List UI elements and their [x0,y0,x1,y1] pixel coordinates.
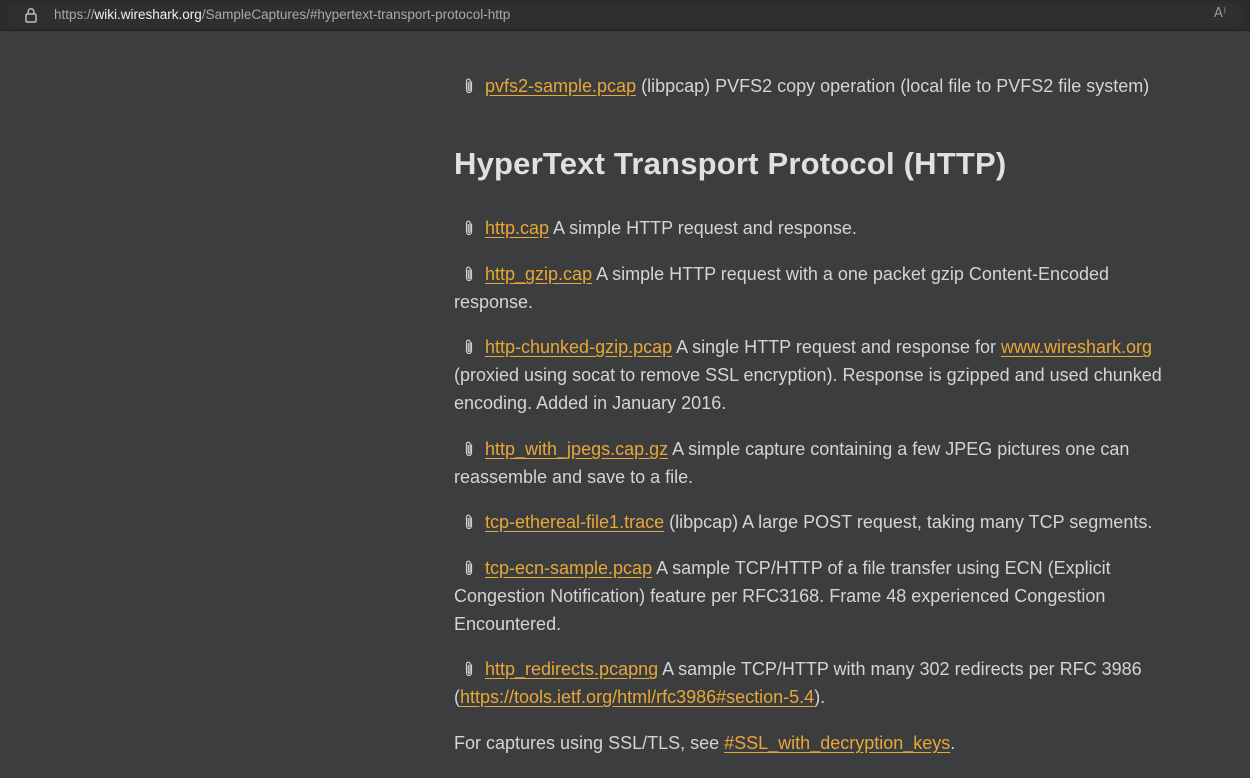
file-link-http-chunked-gzip[interactable]: http-chunked-gzip.pcap [485,337,672,357]
paperclip-icon [465,560,473,576]
list-item: pvfs2-sample.pcap (libpcap) PVFS2 copy o… [454,72,1184,100]
item-description-continued: ). [814,687,826,707]
item-description: (libpcap) A large POST request, taking m… [664,512,1153,532]
url-text[interactable]: https://wiki.wireshark.org/SampleCapture… [54,7,510,23]
link-wireshark-org[interactable]: www.wireshark.org [1001,337,1152,357]
paperclip-icon [465,78,473,94]
url-path: /SampleCaptures/#hypertext-transport-pro… [201,7,511,22]
footer-note: For captures using SSL/TLS, see #SSL_wit… [454,729,1184,757]
file-link-http-gzip[interactable]: http_gzip.cap [485,264,592,284]
section-heading: HyperText Transport Protocol (HTTP) [454,146,1007,181]
list-item: http_redirects.pcapng A sample TCP/HTTP … [454,655,1184,711]
list-item: http.cap A simple HTTP request and respo… [454,214,1184,242]
list-item: http_gzip.cap A simple HTTP request with… [454,260,1184,316]
url-host: wiki.wireshark.org [94,7,202,22]
file-link-pvfs2-sample[interactable]: pvfs2-sample.pcap [485,76,636,96]
footer-text: For captures using SSL/TLS, see [454,733,725,753]
item-description: A single HTTP request and response for [672,337,1001,357]
address-bar: https://wiki.wireshark.org/SampleCapture… [0,0,1250,31]
file-link-http-with-jpegs[interactable]: http_with_jpegs.cap.gz [485,439,668,459]
file-link-tcp-ecn-sample[interactable]: tcp-ecn-sample.pcap [485,558,652,578]
read-aloud-icon[interactable]: A⁾ [1214,6,1232,24]
paperclip-icon [465,220,473,236]
url-scheme: https:// [54,7,95,22]
list-item: http-chunked-gzip.pcap A single HTTP req… [454,333,1184,417]
list-item: tcp-ethereal-file1.trace (libpcap) A lar… [454,508,1184,536]
file-link-http-redirects[interactable]: http_redirects.pcapng [485,659,658,679]
file-link-tcp-ethereal-file1[interactable]: tcp-ethereal-file1.trace [485,512,664,532]
paperclip-icon [465,514,473,530]
list-item: http_with_jpegs.cap.gz A simple capture … [454,435,1184,491]
file-link-http-cap[interactable]: http.cap [485,218,549,238]
paperclip-icon [465,339,473,355]
item-description: A simple HTTP request and response. [549,218,857,238]
link-rfc3986[interactable]: https://tools.ietf.org/html/rfc3986#sect… [460,687,814,707]
lock-icon[interactable] [25,7,37,23]
link-ssl-decryption-keys[interactable]: #SSL_with_decryption_keys [724,733,950,753]
paperclip-icon [465,441,473,457]
paperclip-icon [465,661,473,677]
paperclip-icon [465,266,473,282]
footer-text-end: . [950,733,956,753]
item-description: (libpcap) PVFS2 copy operation (local fi… [636,76,1150,96]
item-description-continued: (proxied using socat to remove SSL encry… [454,365,1162,413]
list-item: tcp-ecn-sample.pcap A sample TCP/HTTP of… [454,554,1184,638]
